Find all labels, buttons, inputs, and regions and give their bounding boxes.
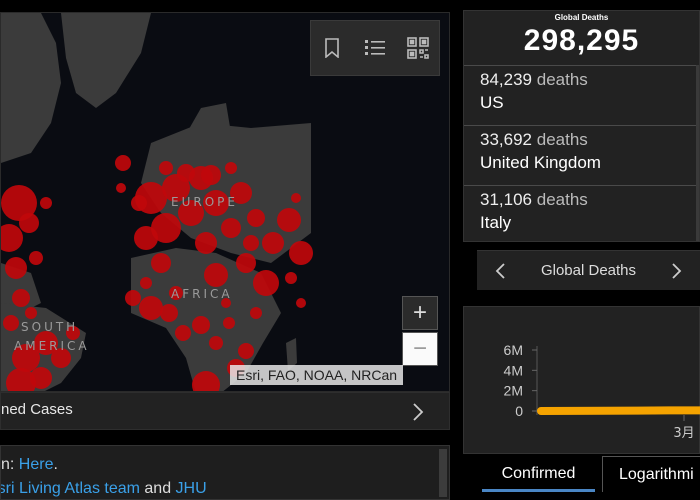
- deaths-unit: deaths: [536, 190, 588, 209]
- deaths-count: 33,692: [480, 130, 532, 149]
- info-line-1-suffix: .: [53, 456, 58, 473]
- info-line-1: n: Here.: [1, 456, 58, 474]
- chart-y-tick-label: 2M: [504, 383, 523, 399]
- deaths-pager: Global Deaths: [477, 250, 700, 290]
- tab-logarithmic[interactable]: Logarithmi: [602, 456, 700, 492]
- chart-y-tick-label: 4M: [504, 362, 523, 378]
- deaths-country: United Kingdom: [480, 153, 601, 172]
- deaths-country: Italy: [480, 213, 512, 232]
- chart-y-tick-label: 6M: [504, 342, 523, 358]
- info-text-panel: n: Here. Esri Living Atlas team and JHU: [0, 445, 450, 500]
- list-icon[interactable]: [357, 30, 393, 66]
- info-line-2: Esri Living Atlas team and JHU: [1, 480, 207, 498]
- map-label-america: AMERICA: [14, 339, 90, 353]
- esri-living-atlas-link[interactable]: Esri Living Atlas team: [1, 480, 140, 497]
- cases-chart[interactable]: 6M 4M 2M 0 3月: [463, 306, 700, 454]
- deaths-unit: deaths: [536, 70, 588, 89]
- qr-grid-icon[interactable]: [400, 30, 436, 66]
- global-deaths-caption: Global Deaths: [554, 13, 609, 22]
- chart-series-line: [537, 406, 700, 415]
- tab-confirmed[interactable]: Confirmed: [482, 456, 595, 492]
- map-legend-bar: ned Cases: [0, 392, 450, 430]
- deaths-count: 84,239: [480, 70, 532, 89]
- here-link[interactable]: Here: [19, 456, 54, 473]
- map-layer-title: ned Cases: [1, 401, 73, 418]
- map-label-africa: AFRICA: [171, 287, 233, 301]
- info-scrollbar[interactable]: [439, 449, 447, 497]
- north-america-land: [1, 13, 61, 163]
- map-label-south: SOUTH: [21, 320, 79, 334]
- deaths-row[interactable]: 84,239 deaths US: [464, 65, 699, 125]
- chart-y-tick-label: 0: [515, 403, 523, 419]
- jhu-link[interactable]: JHU: [176, 480, 207, 497]
- zoom-out-button[interactable]: −: [402, 332, 438, 366]
- zoom-in-button[interactable]: +: [402, 296, 438, 330]
- next-layer-icon[interactable]: [407, 399, 429, 425]
- global-deaths-panel: Global Deaths 298,295 84,239 deaths US 3…: [463, 10, 700, 242]
- global-deaths-total: 298,295: [523, 24, 640, 57]
- deaths-row[interactable]: 31,106 deaths Italy: [464, 185, 699, 241]
- greenland-land: [61, 13, 151, 108]
- deaths-unit: deaths: [536, 130, 588, 149]
- deaths-scrollbar[interactable]: [696, 65, 699, 241]
- deaths-count: 31,106: [480, 190, 532, 209]
- chart-svg: 6M 4M 2M 0 3月: [504, 342, 700, 441]
- map-view[interactable]: EUROPE AFRICA SOUTH AMERICA + − Esri, FA…: [0, 12, 450, 392]
- info-line-2-mid: and: [139, 480, 176, 497]
- deaths-country: US: [480, 93, 504, 112]
- info-line-1-prefix: n:: [1, 456, 19, 473]
- deaths-row[interactable]: 33,692 deaths United Kingdom: [464, 125, 699, 185]
- bookmark-icon[interactable]: [314, 30, 350, 66]
- map-label-europe: EUROPE: [171, 195, 238, 209]
- map-attribution: Esri, FAO, NOAA, NRCan: [230, 365, 404, 385]
- chart-tabs: Confirmed Logarithmi: [480, 453, 700, 500]
- map-toolbar: [310, 20, 440, 76]
- next-arrow-icon[interactable]: [664, 258, 690, 284]
- deaths-list: 84,239 deaths US 33,692 deaths United Ki…: [464, 65, 699, 241]
- chart-x-tick-label: 3月: [673, 426, 694, 441]
